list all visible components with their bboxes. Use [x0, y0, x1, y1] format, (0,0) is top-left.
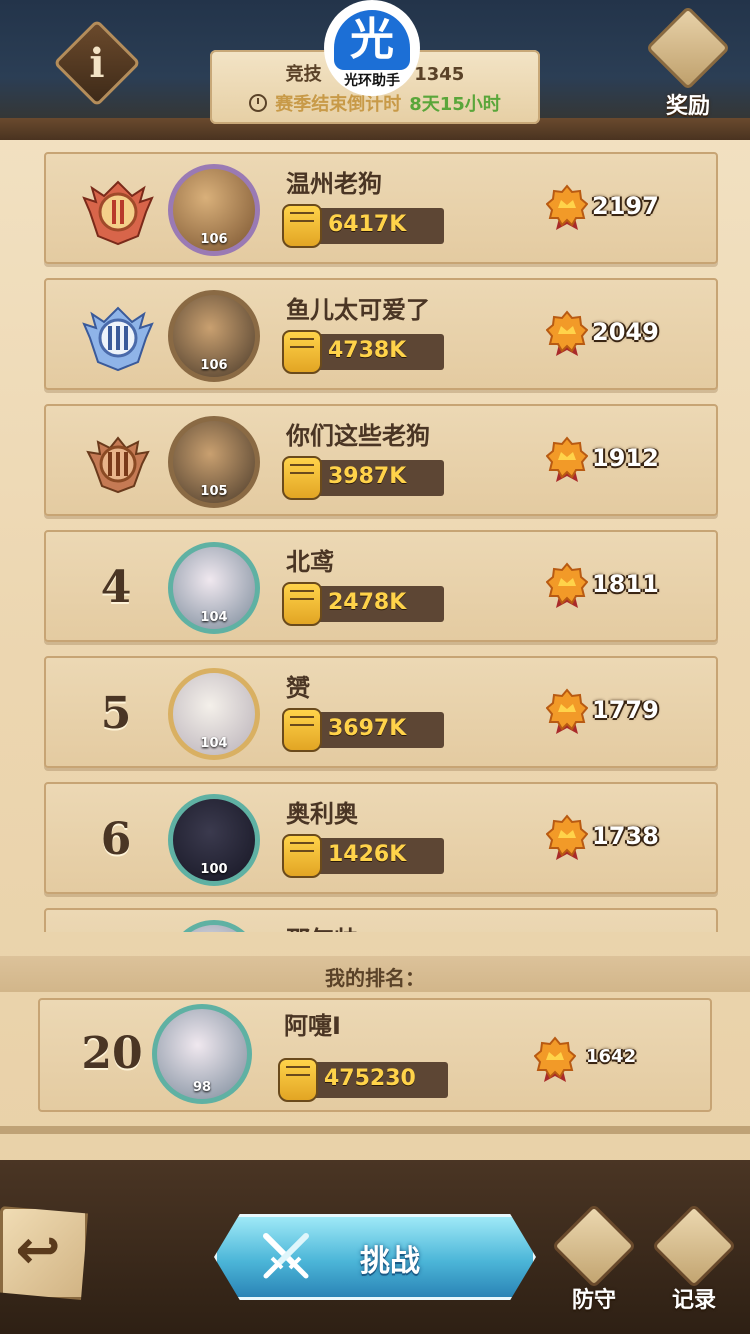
arena-screen: 竞技场 竞技 1345 赛季结束倒计时 8天15小时 i 奖励 光 光环助手 — [0, 0, 750, 1334]
power-value: 6417K — [328, 212, 407, 237]
ranking-row-7[interactable]: 邵气帅 — [44, 908, 718, 932]
info-icon[interactable]: i — [66, 32, 128, 94]
my-avatar[interactable]: 98 — [152, 1004, 252, 1104]
arena-id-number: 1345 — [414, 64, 465, 85]
fist-icon — [278, 1058, 318, 1102]
player-level: 98 — [192, 1080, 212, 1095]
bronze-medal-icon — [86, 436, 150, 494]
my-rank-row[interactable]: 20 98 阿嚏I 475230 1642 — [38, 998, 712, 1112]
score-value: 2049 — [592, 318, 659, 346]
record-button[interactable]: 记录 — [651, 1203, 737, 1320]
power-value: 2478K — [328, 590, 407, 615]
player-name: 温州老狗 — [286, 170, 382, 198]
power-value: 1426K — [328, 842, 407, 867]
score-value: 1779 — [592, 696, 659, 724]
player-level: 104 — [200, 610, 228, 625]
challenge-label[interactable]: 挑战 — [214, 1236, 536, 1280]
player-level: 106 — [200, 358, 228, 373]
score-value: 2197 — [592, 192, 659, 220]
my-player-name: 阿嚏I — [284, 1012, 341, 1040]
fist-icon — [282, 456, 322, 500]
score-value: 1811 — [592, 570, 659, 598]
trophy-badge-icon — [546, 184, 588, 230]
back-arrow-icon[interactable]: ↩ — [8, 1220, 68, 1280]
player-name: 赟 — [286, 674, 310, 702]
arena-id-prefix: 竞技 — [285, 64, 322, 85]
defense-label: 防守 — [571, 1288, 616, 1313]
countdown-value: 8天15小时 — [409, 94, 501, 115]
player-level: 106 — [200, 232, 228, 247]
player-name: 北鸢 — [286, 548, 334, 576]
score-value: 1738 — [592, 822, 659, 850]
ranking-row-1[interactable]: 106 温州老狗 6417K 2197 — [44, 152, 718, 264]
scroll-icon — [651, 1203, 737, 1289]
record-label: 记录 — [671, 1288, 716, 1313]
trophy-badge-icon — [546, 688, 588, 734]
ranking-list[interactable]: 106 温州老狗 6417K 2197 106 鱼儿太可爱了 4738K 204… — [44, 150, 718, 932]
player-level: 104 — [200, 736, 228, 751]
reward-emblem-icon — [645, 5, 731, 91]
gold-medal-icon — [82, 180, 154, 246]
fist-icon — [282, 330, 322, 374]
countdown-label: 赛季结束倒计时 — [275, 94, 402, 115]
power-value: 3697K — [328, 716, 407, 741]
silver-medal-icon — [82, 306, 154, 372]
player-name: 邵气帅 — [286, 920, 358, 932]
avatar[interactable]: 104 — [168, 668, 260, 760]
player-name: 鱼儿太可爱了 — [286, 296, 430, 324]
logo-text: 光环助手 — [344, 73, 400, 89]
defense-button[interactable]: 防守 — [551, 1203, 637, 1320]
fist-icon — [282, 582, 322, 626]
fist-icon — [282, 708, 322, 752]
ranking-row-6[interactable]: 6 100 奥利奥 1426K 1738 — [44, 782, 718, 894]
power-box: 2478K — [282, 582, 444, 626]
player-name: 你们这些老狗 — [286, 422, 430, 450]
my-rank-header: 我的排名： — [0, 956, 750, 992]
rank-number: 4 — [100, 562, 132, 613]
clock-icon — [249, 94, 268, 112]
divider — [0, 1126, 750, 1134]
power-value: 4738K — [328, 338, 407, 363]
ranking-row-2[interactable]: 106 鱼儿太可爱了 4738K 2049 — [44, 278, 718, 390]
ranking-row-4[interactable]: 4 104 北鸢 2478K 1811 — [44, 530, 718, 642]
power-box: 6417K — [282, 204, 444, 248]
trophy-badge-icon — [546, 436, 588, 482]
fist-icon — [282, 834, 322, 878]
trophy-badge-icon — [546, 310, 588, 356]
score-value: 1912 — [592, 444, 659, 472]
reward-label: 奖励 — [665, 94, 710, 119]
power-box: 3987K — [282, 456, 444, 500]
reward-button[interactable]: 奖励 — [644, 5, 732, 119]
my-power-value: 475230 — [324, 1066, 416, 1091]
avatar[interactable]: 104 — [168, 542, 260, 634]
trophy-badge-icon — [546, 562, 588, 608]
avatar[interactable] — [168, 920, 260, 932]
player-level: 105 — [200, 484, 228, 499]
power-box: 475230 — [278, 1058, 448, 1102]
power-box: 3697K — [282, 708, 444, 752]
trophy-badge-icon — [534, 1036, 576, 1082]
watermark-logo: 光 光环助手 — [326, 2, 418, 94]
power-box: 4738K — [282, 330, 444, 374]
avatar[interactable]: 100 — [168, 794, 260, 886]
power-value: 3987K — [328, 464, 407, 489]
power-box: 1426K — [282, 834, 444, 878]
shield-icon — [551, 1203, 637, 1289]
avatar[interactable]: 106 — [168, 290, 260, 382]
rank-number: 5 — [100, 688, 132, 739]
ranking-row-3[interactable]: 105 你们这些老狗 3987K 1912 — [44, 404, 718, 516]
my-rank-label: 我的排名： — [325, 966, 425, 990]
player-name: 奥利奥 — [286, 800, 358, 828]
rank-number: 6 — [100, 814, 132, 865]
ranking-row-5[interactable]: 5 104 赟 3697K 1779 — [44, 656, 718, 768]
my-rank-number: 20 — [81, 1028, 143, 1079]
avatar[interactable]: 105 — [168, 416, 260, 508]
player-level: 100 — [200, 862, 228, 877]
fist-icon — [282, 204, 322, 248]
trophy-badge-icon — [546, 814, 588, 860]
avatar[interactable]: 106 — [168, 164, 260, 256]
logo-glyph: 光 — [334, 10, 410, 70]
my-score-value: 1642 — [586, 1046, 637, 1067]
